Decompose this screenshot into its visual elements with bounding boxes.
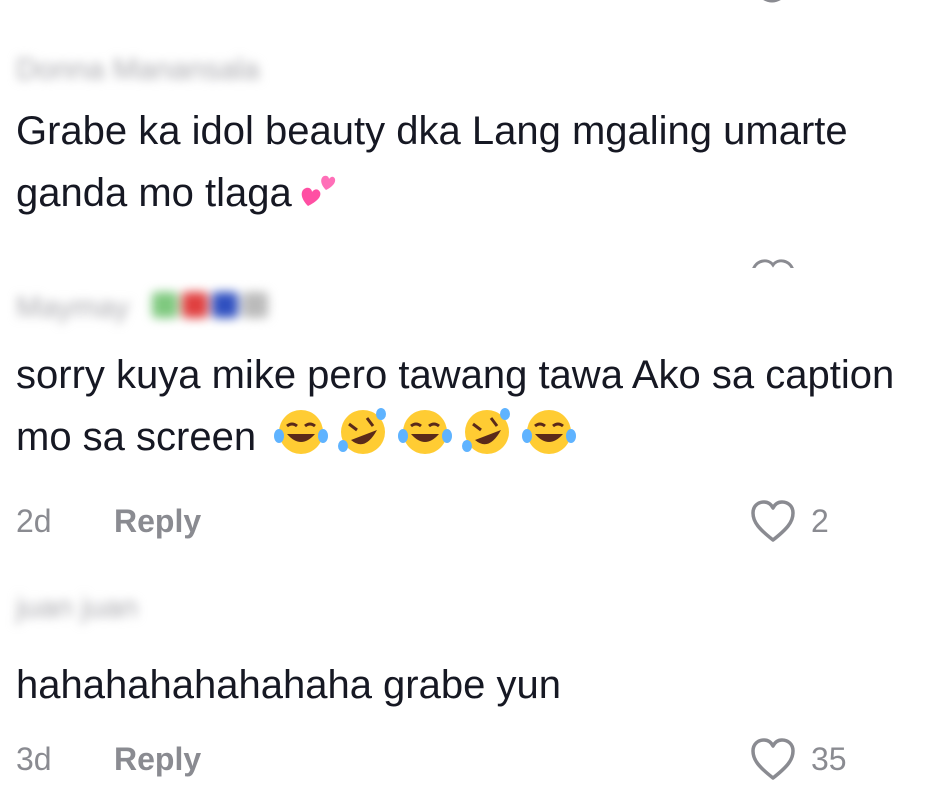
section-divider-blank: [0, 268, 925, 274]
heart-icon: [751, 738, 795, 780]
comment-item: juan juan hahahahahahahaha grabe yun: [16, 588, 925, 716]
two-hearts-emoji-icon: [298, 170, 342, 232]
reply-button[interactable]: Reply: [114, 503, 201, 540]
comment-username[interactable]: Donna Manansala: [16, 50, 925, 90]
comment-text: sorry kuya mike pero tawang tawa Ako sa …: [16, 344, 906, 476]
comment-text-content: Grabe ka idol beauty dka Lang mgaling um…: [16, 109, 848, 215]
like-count: 2: [811, 502, 829, 539]
comment-item: Donna Manansala Grabe ka idol beauty dka…: [16, 50, 925, 232]
laughing-tears-emoji-icon: [397, 406, 453, 476]
heart-icon[interactable]: [752, 0, 792, 6]
like-button[interactable]: 35: [749, 736, 847, 782]
previous-comment-clipped: [0, 0, 925, 6]
comment-item: Maymay sorry kuya mike pero tawang tawa …: [16, 288, 925, 476]
comment-username[interactable]: juan juan: [16, 588, 925, 628]
rolling-laughing-emoji-icon: [335, 406, 391, 476]
comment-text-content: hahahahahahahaha grabe yun: [16, 663, 561, 707]
like-count: 35: [811, 740, 847, 777]
rolling-laughing-emoji-icon: [459, 406, 515, 476]
laughing-tears-emoji-icon: [521, 406, 577, 476]
comment-age: 2d: [16, 502, 52, 539]
laughing-tears-emoji-icon: [273, 406, 329, 476]
comment-text-content: sorry kuya mike pero tawang tawa Ako sa …: [16, 353, 895, 459]
comment-age: 3d: [16, 740, 52, 777]
comment-meta-row: 3d Reply 35: [16, 734, 925, 784]
comment-text: hahahahahahahaha grabe yun: [16, 654, 906, 716]
username-emoji-icons: [151, 289, 272, 329]
heart-icon: [752, 259, 794, 268]
comment-username-text: Maymay: [16, 291, 130, 324]
comment-meta-row: 2d Reply 2: [16, 496, 925, 546]
comment-1-like-partial[interactable]: [748, 256, 798, 268]
comment-username[interactable]: Maymay: [16, 288, 925, 328]
heart-icon: [751, 500, 795, 542]
reply-button[interactable]: Reply: [114, 741, 201, 778]
like-button[interactable]: 2: [749, 498, 829, 544]
comment-text: Grabe ka idol beauty dka Lang mgaling um…: [16, 100, 906, 232]
